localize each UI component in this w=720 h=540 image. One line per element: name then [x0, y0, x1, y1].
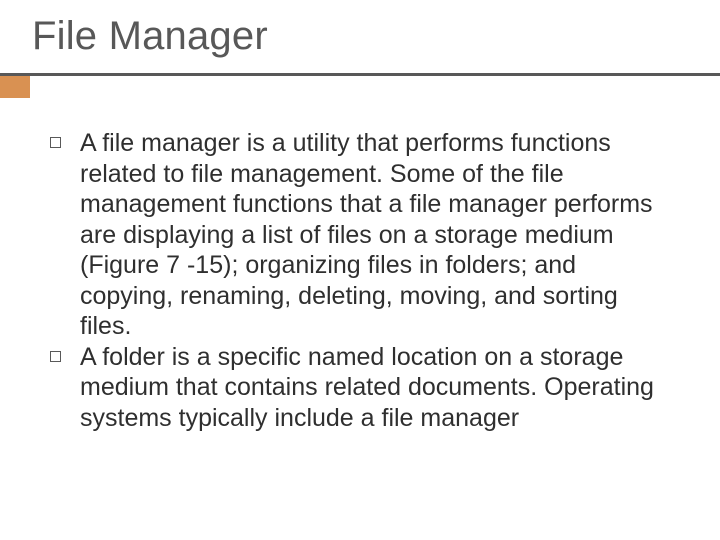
slide-title: File Manager: [32, 14, 268, 59]
slide: File Manager A file manager is a utility…: [0, 0, 720, 540]
content-area: A file manager is a utility that perform…: [46, 128, 674, 433]
title-divider: [0, 73, 720, 76]
list-item: A folder is a specific named location on…: [46, 342, 674, 434]
accent-block: [0, 76, 30, 98]
bullet-list: A file manager is a utility that perform…: [46, 128, 674, 433]
list-item: A file manager is a utility that perform…: [46, 128, 674, 342]
